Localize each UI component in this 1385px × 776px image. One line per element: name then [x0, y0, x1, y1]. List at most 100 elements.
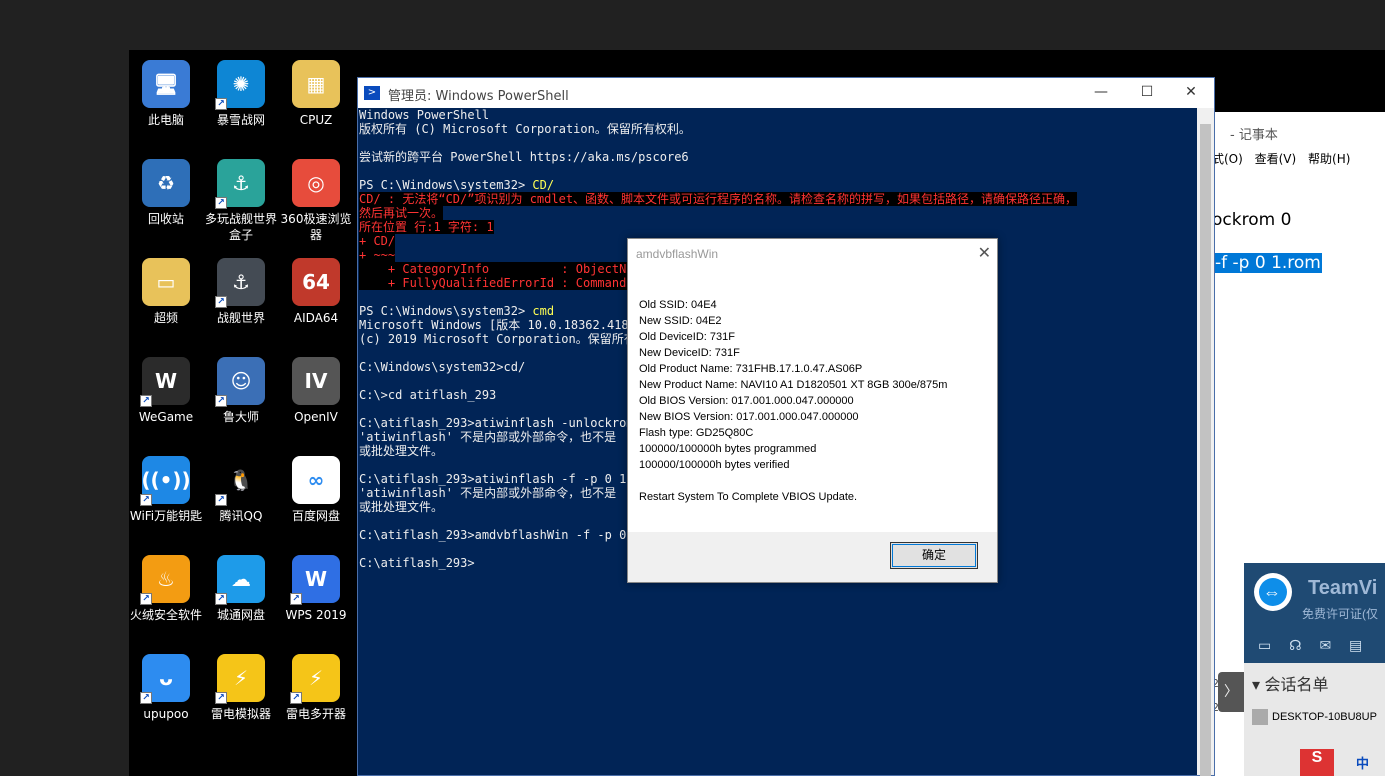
desktop-icon[interactable]: ♨ ↗ 火绒安全软件 — [129, 555, 206, 623]
dialog-line: Restart System To Complete VBIOS Update. — [639, 491, 858, 503]
flash-result-dialog: amdvbflashWin ✕ Old SSID: 04E4 New SSID: … — [627, 238, 998, 583]
console-text: 尝试新的跨平台 PowerShell https://aka.ms/pscore… — [359, 150, 689, 164]
session-list: ▾ 会话名单 DESKTOP-10BU8UP S 中 — [1244, 663, 1385, 776]
license-text: 免费许可证(仅 — [1302, 607, 1378, 621]
baidu-netdisk-icon: ∞ — [292, 456, 340, 504]
console-text: 或批处理文件。 — [359, 444, 444, 458]
desktop-icon[interactable]: ◎ 360极速浏览器 — [276, 159, 356, 243]
toolbar-icons[interactable]: ▭ ☊ ✉ ▤ — [1258, 637, 1362, 654]
dialog-line: Old BIOS Version: 017.001.000.047.000000 — [639, 395, 854, 407]
openiv-icon: IV — [292, 357, 340, 405]
dialog-line: 100000/100000h bytes programmed — [639, 443, 817, 455]
desktop-icon[interactable]: ᴗ ↗ upupoo — [129, 654, 206, 722]
dialog-line: New DeviceID: 731F — [639, 347, 740, 359]
ldplayer-icon: ⚡ ↗ — [215, 654, 265, 704]
console-command: CD/ — [532, 178, 555, 192]
console-line: Windows PowerShell — [359, 108, 1197, 122]
console-text: CD/ : 无法将“CD/”项识别为 cmdlet、函数、脚本文件或可运行程序的… — [359, 192, 1078, 206]
shortcut-arrow-icon: ↗ — [215, 593, 227, 605]
desktop-icon[interactable]: 🐧 ↗ 腾讯QQ — [201, 456, 281, 524]
shortcut-arrow-icon: ↗ — [215, 197, 227, 209]
ok-button[interactable]: 确定 — [890, 542, 978, 569]
ime-icon[interactable]: S — [1300, 749, 1334, 776]
ldmulti-icon: ⚡ ↗ — [290, 654, 340, 704]
desktop-icon[interactable]: ☺ ↗ 鲁大师 — [201, 357, 281, 425]
desktop-icon[interactable]: IV OpenIV — [276, 357, 356, 425]
wifi-key-icon: ((•)) ↗ — [140, 456, 191, 506]
console-text: Microsoft Windows [版本 10.0.18362.418] — [359, 318, 636, 332]
desktop-icon-label: 战舰世界 — [216, 311, 265, 325]
notepad-menu[interactable]: 式(O) 查看(V) 帮助(H) — [1212, 150, 1350, 167]
dialog-line — [639, 473, 947, 489]
dialog-message: Old SSID: 04E4 New SSID: 04E2 Old DeviceID… — [639, 297, 947, 505]
desktop-icon-label: AIDA64 — [293, 311, 339, 325]
desktop-icon-label: 超频 — [153, 311, 178, 325]
session-list-header[interactable]: ▾ 会话名单 — [1252, 671, 1329, 695]
folder-icon: ▦ — [292, 60, 340, 108]
console-line: 所在位置 行:1 字符: 1 — [359, 220, 1197, 234]
computer-icon: 🖥 — [142, 60, 190, 108]
desktop-icon-label: WPS 2019 — [285, 608, 347, 622]
desktop-icon[interactable]: ⚡ ↗ 雷电多开器 — [276, 654, 356, 722]
desktop-icon[interactable]: ✺ ↗ 暴雪战网 — [201, 60, 281, 128]
console-line: CD/ : 无法将“CD/”项识别为 cmdlet、函数、脚本文件或可运行程序的… — [359, 192, 1197, 206]
teamviewer-side-tab[interactable]: 〉 — [1218, 672, 1244, 712]
console-text: 或批处理文件。 — [359, 500, 444, 514]
close-icon[interactable]: ✕ — [978, 243, 991, 263]
wegame-icon: W ↗ — [140, 357, 190, 407]
desktop-icon[interactable]: ☁ ↗ 城通网盘 — [201, 555, 281, 623]
desktop-icon[interactable]: W ↗ WeGame — [129, 357, 206, 425]
desktop-icon-label: 360极速浏览器 — [280, 212, 352, 242]
battlenet-icon: ✺ ↗ — [215, 60, 265, 110]
teamviewer-logo-icon — [1254, 573, 1292, 611]
desktop-icon[interactable]: 64 AIDA64 — [276, 258, 356, 326]
maximize-button[interactable]: ☐ — [1124, 78, 1170, 108]
console-line: 版权所有 (C) Microsoft Corporation。保留所有权利。 — [359, 122, 1197, 136]
qq-icon: 🐧 ↗ — [215, 456, 265, 506]
console-text: + ~~~ — [359, 248, 396, 262]
shortcut-arrow-icon: ↗ — [290, 692, 302, 704]
console-text: + FullyQualifiedErrorId : CommandNo — [359, 276, 641, 290]
desktop-icon[interactable]: W ↗ WPS 2019 — [276, 555, 356, 623]
scroll-thumb[interactable] — [1200, 124, 1211, 776]
desktop-icon[interactable]: ⚡ ↗ 雷电模拟器 — [201, 654, 281, 722]
ime-language[interactable]: 中 — [1356, 753, 1369, 772]
console-text: 然后再试一次。 — [359, 206, 444, 220]
desktop-icon[interactable]: ((•)) ↗ WiFi万能钥匙 — [129, 456, 206, 524]
warships-icon: ⚓ ↗ — [215, 258, 265, 308]
minimize-button[interactable]: — — [1078, 78, 1124, 108]
desktop-icon-label: WiFi万能钥匙 — [129, 509, 203, 523]
desktop-icon[interactable]: ⚓ ↗ 多玩战舰世界盒子 — [201, 159, 281, 243]
notepad-selected-text: -f -p 0 1.rom — [1214, 253, 1322, 273]
console-text: PS C:\Windows\system32> — [359, 304, 533, 318]
console-text: + CategoryInfo : ObjectNo — [359, 262, 634, 276]
teamviewer-panel: TeamVi 免费许可证(仅 ▭ ☊ ✉ ▤ ▾ 会话名单 DESKTOP-10… — [1244, 563, 1385, 776]
notepad-title: - 记事本 — [1230, 128, 1278, 143]
shortcut-arrow-icon: ↗ — [215, 692, 227, 704]
desktop-icon[interactable]: ∞ 百度网盘 — [276, 456, 356, 524]
powershell-titlebar[interactable]: > 管理员: Windows PowerShell — ☐ ✕ — [358, 78, 1214, 108]
dialog-line: New BIOS Version: 017.001.000.047.000000 — [639, 411, 859, 423]
desktop-icon[interactable]: 🖥 此电脑 — [129, 60, 206, 128]
desktop-icon-label: OpenIV — [294, 410, 338, 424]
desktop-icon-label: upupoo — [143, 707, 189, 721]
shortcut-arrow-icon: ↗ — [290, 593, 302, 605]
dialog-line: Old Product Name: 731FHB.17.1.0.47.AS06P — [639, 363, 863, 375]
desktop-icon[interactable]: ♻ 回收站 — [129, 159, 206, 227]
folder-icon: ▭ — [142, 258, 190, 306]
dialog-line: Flash type: GD25Q80C — [639, 427, 754, 439]
desktop-icon-label: CPUZ — [299, 113, 333, 127]
console-scrollbar[interactable] — [1197, 108, 1214, 776]
powershell-icon: > — [364, 86, 380, 100]
desktop-icon[interactable]: ▭ 超频 — [129, 258, 206, 326]
desktop-icon[interactable]: ▦ CPUZ — [276, 60, 356, 128]
shortcut-arrow-icon: ↗ — [140, 494, 152, 506]
shortcut-arrow-icon: ↗ — [140, 692, 152, 704]
session-row[interactable]: DESKTOP-10BU8UP — [1252, 709, 1377, 725]
close-button[interactable]: ✕ — [1168, 78, 1214, 108]
desktop-icon[interactable]: ⚓ ↗ 战舰世界 — [201, 258, 281, 326]
teamviewer-name: TeamVi — [1308, 577, 1378, 599]
desktop-icon-label: 多玩战舰世界盒子 — [204, 212, 277, 242]
